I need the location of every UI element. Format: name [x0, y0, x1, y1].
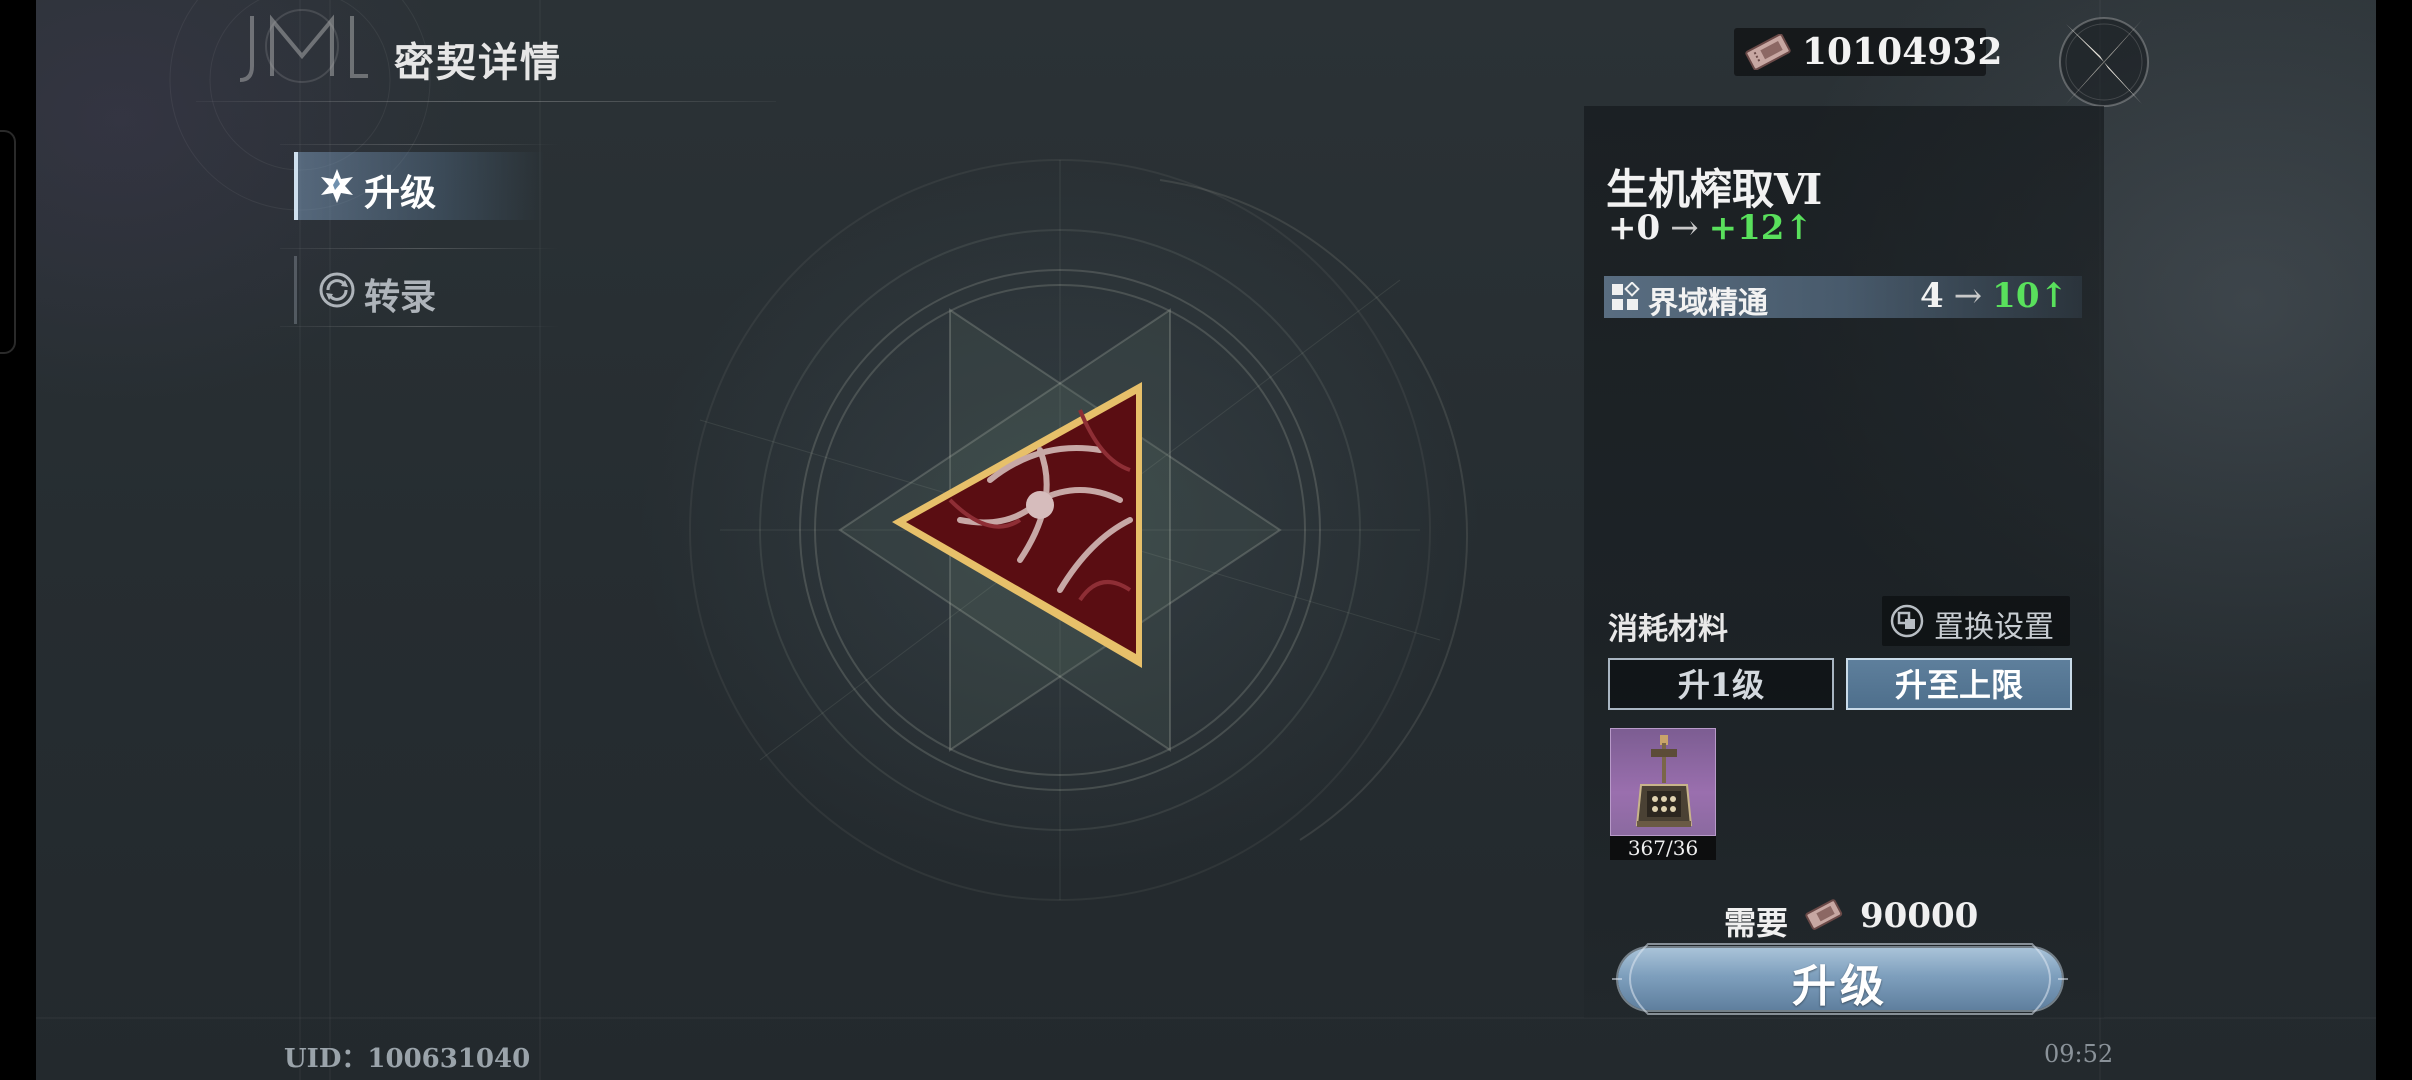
attribute-values: 4 → 10↑ — [1920, 276, 2068, 316]
arrow-icon: → — [1670, 208, 1699, 248]
cost-label: 需要 — [1724, 904, 1789, 942]
right-screen-edge — [2376, 0, 2412, 1080]
swap-icon — [1890, 604, 1924, 638]
game-screen: 密契详情 10104932 升级 转录 UID：100631040 09:52 … — [0, 0, 2412, 1080]
circular-arrows-icon — [319, 272, 355, 308]
tab-divider — [280, 248, 560, 249]
user-id: UID：100631040 — [284, 1044, 531, 1074]
tab-upgrade[interactable]: 升级 — [294, 152, 544, 220]
up-arrow-icon: ↑ — [2039, 276, 2069, 316]
lantern-relic-icon — [1635, 735, 1693, 827]
header-divider — [196, 101, 776, 102]
upgrade-button-label: 升级 — [1792, 961, 1888, 1012]
upgrade-one-level-button[interactable]: 升1级 — [1608, 658, 1834, 710]
grid-squares-icon — [1612, 282, 1640, 310]
compass-star-close-icon[interactable] — [2052, 10, 2156, 114]
star-badge-icon — [321, 169, 353, 203]
replace-settings-label: 置换设置 — [1934, 610, 2054, 645]
currency-display[interactable]: 10104932 — [1734, 28, 2002, 76]
ticket-icon — [1745, 34, 1791, 70]
game-logo-icon — [239, 9, 368, 83]
material-item[interactable]: 367/36 — [1610, 728, 1716, 860]
attribute-to: 10 — [1992, 276, 2040, 316]
clock-time: 09:52 — [2044, 1040, 2114, 1068]
tab-divider — [280, 326, 560, 327]
bonus-row: +0 → +12↑ — [1608, 208, 1813, 252]
tab-upgrade-label: 升级 — [364, 172, 437, 214]
upgrade-to-max-button[interactable]: 升至上限 — [1846, 658, 2072, 710]
replace-settings-button[interactable]: 置换设置 — [1882, 596, 2070, 646]
cost-value: 90000 — [1860, 896, 1979, 936]
screen-cutout — [0, 130, 16, 354]
attribute-from: 4 — [1920, 276, 1944, 316]
arrow-icon: → — [1953, 276, 1983, 316]
rune-emblem — [689, 159, 1469, 901]
attribute-label: 界域精通 — [1648, 286, 1768, 321]
ticket-icon — [1805, 899, 1843, 930]
detail-panel: 生机榨取Ⅵ +0 → +12↑ 界域精通 4 → 10↑ 消耗材料 置换设置 升… — [1584, 106, 2104, 1018]
up-arrow-icon: ↑ — [1784, 208, 1813, 248]
bonus-from: +0 — [1608, 208, 1661, 248]
materials-label: 消耗材料 — [1608, 612, 1728, 647]
currency-value: 10104932 — [1802, 31, 2003, 73]
bonus-to: +12 — [1708, 208, 1785, 248]
material-image — [1610, 728, 1716, 836]
material-count: 367/36 — [1610, 836, 1716, 860]
tab-transcribe[interactable]: 转录 — [294, 256, 544, 324]
tab-divider — [280, 144, 560, 145]
page-title: 密契详情 — [394, 39, 562, 86]
tab-transcribe-label: 转录 — [364, 276, 437, 318]
attribute-row: 界域精通 4 → 10↑ — [1604, 276, 2082, 321]
upgrade-button[interactable]: 升级 — [1608, 940, 2072, 1018]
